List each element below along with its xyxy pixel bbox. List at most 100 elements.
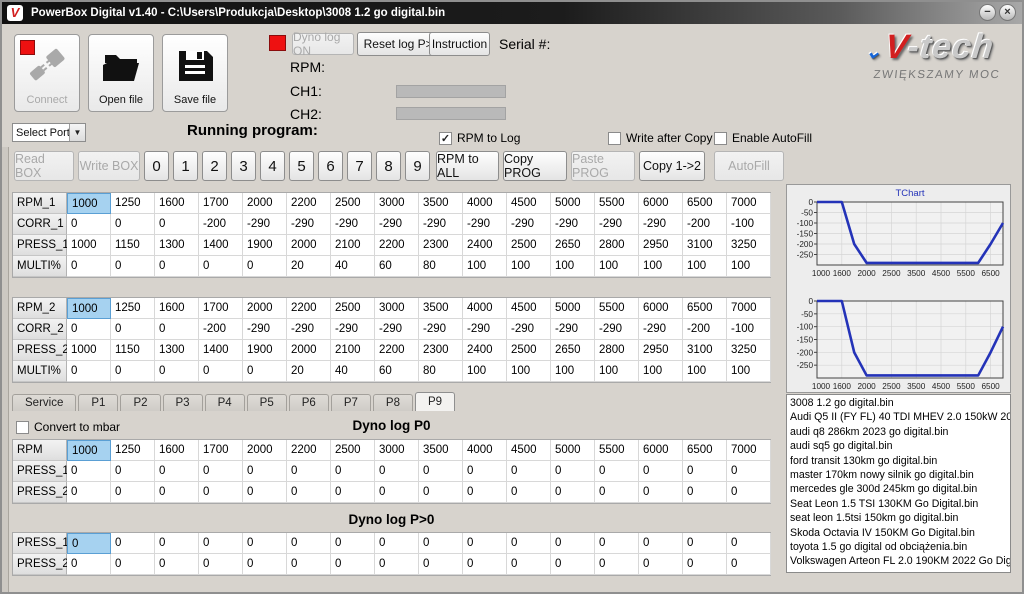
table-cell[interactable]: 0 <box>375 533 419 554</box>
table-cell[interactable]: 5000 <box>551 193 595 214</box>
table-cell[interactable]: -290 <box>595 214 639 235</box>
digit-button-3[interactable]: 3 <box>231 151 256 181</box>
table-cell[interactable]: 0 <box>375 554 419 575</box>
table-cell[interactable]: 0 <box>683 554 727 575</box>
table-cell[interactable]: 0 <box>111 554 155 575</box>
table-cell[interactable]: -290 <box>639 214 683 235</box>
table-cell[interactable]: 2500 <box>331 193 375 214</box>
table-cell[interactable]: 0 <box>155 533 199 554</box>
table-cell[interactable]: 1250 <box>111 298 155 319</box>
read-box-button[interactable]: Read BOX <box>14 151 74 181</box>
table-cell[interactable]: 4500 <box>507 193 551 214</box>
open-file-button[interactable]: Open file <box>88 34 154 112</box>
table-cell[interactable]: 0 <box>155 256 199 277</box>
chevron-down-icon[interactable]: ▼ <box>69 124 85 141</box>
rpm-to-log-checkbox[interactable]: ✓ RPM to Log <box>439 131 520 145</box>
table-cell[interactable]: -290 <box>463 214 507 235</box>
title-bar[interactable]: V PowerBox Digital v1.40 - C:\Users\Prod… <box>2 2 1022 24</box>
table-cell[interactable]: 0 <box>331 533 375 554</box>
table-cell[interactable]: -290 <box>331 319 375 340</box>
table-cell[interactable]: 100 <box>639 361 683 382</box>
table-cell[interactable]: 0 <box>551 461 595 482</box>
table-cell[interactable]: 3100 <box>683 235 727 256</box>
table-cell[interactable]: 4000 <box>463 440 507 461</box>
table-cell[interactable]: 40 <box>331 361 375 382</box>
tab-p5[interactable]: P5 <box>247 394 287 411</box>
table-cell[interactable]: 0 <box>155 554 199 575</box>
tab-p9[interactable]: P9 <box>415 392 455 411</box>
table-cell[interactable]: 7000 <box>727 298 771 319</box>
table-cell[interactable]: 4000 <box>463 193 507 214</box>
table-cell[interactable]: 2000 <box>243 298 287 319</box>
table-cell[interactable]: -290 <box>287 319 331 340</box>
table-cell[interactable]: 2950 <box>639 235 683 256</box>
table-cell[interactable]: 5500 <box>595 298 639 319</box>
close-button[interactable]: × <box>999 4 1016 21</box>
table-cell[interactable]: 1600 <box>155 298 199 319</box>
table-cell[interactable]: 0 <box>639 533 683 554</box>
tab-p8[interactable]: P8 <box>373 394 413 411</box>
table-cell[interactable]: 0 <box>287 533 331 554</box>
table-cell[interactable]: 0 <box>67 461 111 482</box>
table-cell[interactable]: 0 <box>67 319 111 340</box>
table-cell[interactable]: 3500 <box>419 440 463 461</box>
list-item[interactable]: Seat Leon 1.5 TSI 130KM Go Digital.bin <box>790 497 1010 511</box>
table-cell[interactable]: 6000 <box>639 440 683 461</box>
table-cell[interactable]: 2400 <box>463 340 507 361</box>
list-item[interactable]: mercedes gle 300d 245km go digital.bin <box>790 482 1010 496</box>
table-cell[interactable]: 2000 <box>287 235 331 256</box>
digit-button-1[interactable]: 1 <box>173 151 198 181</box>
table-cell[interactable]: 0 <box>419 482 463 503</box>
table-cell[interactable]: -290 <box>463 319 507 340</box>
table-cell[interactable]: 100 <box>683 361 727 382</box>
table-cell[interactable]: 0 <box>419 554 463 575</box>
table-cell[interactable]: 0 <box>463 461 507 482</box>
table-cell[interactable]: 3100 <box>683 340 727 361</box>
table-cell[interactable]: 4500 <box>507 440 551 461</box>
table-cell[interactable]: 3250 <box>727 235 771 256</box>
table-cell[interactable]: 2200 <box>375 235 419 256</box>
table-cell[interactable]: 100 <box>507 361 551 382</box>
table-cell[interactable]: 0 <box>375 482 419 503</box>
table-cell[interactable]: -290 <box>551 214 595 235</box>
table-cell[interactable]: 0 <box>595 461 639 482</box>
table-cell[interactable]: 2200 <box>375 340 419 361</box>
paste-prog-button[interactable]: Paste PROG <box>571 151 635 181</box>
tab-service[interactable]: Service <box>12 394 76 411</box>
table-cell[interactable]: 0 <box>199 533 243 554</box>
table-cell[interactable]: 2000 <box>243 193 287 214</box>
table-cell[interactable]: 0 <box>199 482 243 503</box>
table-cell[interactable]: 2400 <box>463 235 507 256</box>
table-cell[interactable]: -290 <box>419 214 463 235</box>
table-cell[interactable]: 1700 <box>199 193 243 214</box>
table-cell[interactable]: 0 <box>287 554 331 575</box>
table-cell[interactable]: 1700 <box>199 440 243 461</box>
table-cell[interactable]: 60 <box>375 361 419 382</box>
table-cell[interactable]: 2200 <box>287 193 331 214</box>
tab-p4[interactable]: P4 <box>205 394 245 411</box>
table-cell[interactable]: 40 <box>331 256 375 277</box>
table-cell[interactable]: 0 <box>67 214 111 235</box>
table-cell[interactable]: 100 <box>727 361 771 382</box>
table-cell[interactable]: 0 <box>331 482 375 503</box>
table-cell[interactable]: 5500 <box>595 193 639 214</box>
table-cell[interactable]: 0 <box>67 533 111 554</box>
digit-button-7[interactable]: 7 <box>347 151 372 181</box>
table-cell[interactable]: 2200 <box>287 298 331 319</box>
table-cell[interactable]: 0 <box>67 554 111 575</box>
table-cell[interactable]: 1700 <box>199 298 243 319</box>
table-cell[interactable]: 1150 <box>111 235 155 256</box>
instruction-button[interactable]: Instruction <box>429 32 490 56</box>
table-cell[interactable]: 6500 <box>683 440 727 461</box>
table-cell[interactable]: 0 <box>639 554 683 575</box>
table-cell[interactable]: -290 <box>551 319 595 340</box>
table-cell[interactable]: 0 <box>67 256 111 277</box>
table-cell[interactable]: 0 <box>551 533 595 554</box>
table-cell[interactable]: 2800 <box>595 235 639 256</box>
table-cell[interactable]: 0 <box>463 554 507 575</box>
digit-button-2[interactable]: 2 <box>202 151 227 181</box>
table-cell[interactable]: 0 <box>683 533 727 554</box>
table-cell[interactable]: 2300 <box>419 340 463 361</box>
list-item[interactable]: Skoda Octavia IV 150KM Go Digital.bin <box>790 526 1010 540</box>
list-item[interactable]: seat leon 1.5tsi 150km go digital.bin <box>790 511 1010 525</box>
